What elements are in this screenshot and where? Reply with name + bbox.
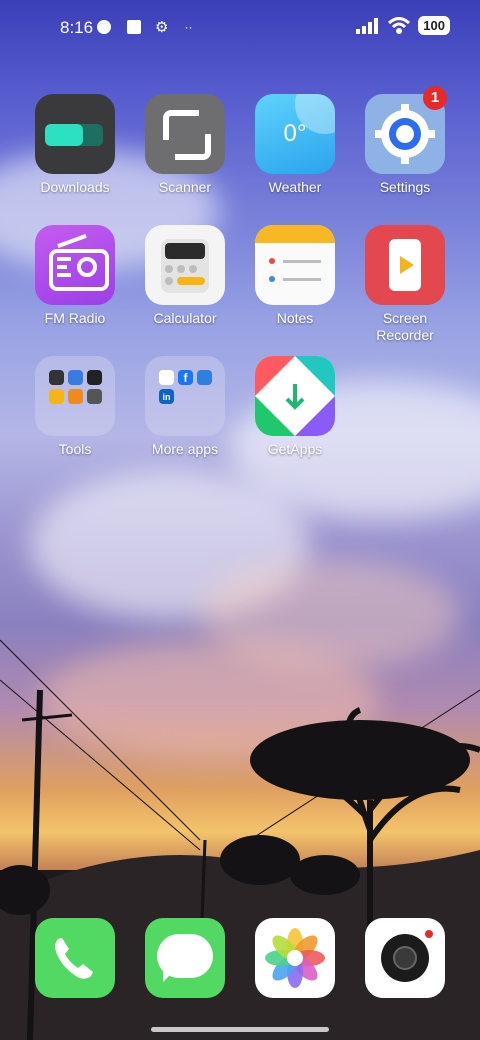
app-label: Settings (379, 179, 431, 195)
battery-indicator: 100 (418, 16, 450, 35)
wifi-icon (388, 16, 411, 34)
dock-camera[interactable] (355, 918, 455, 998)
folder-icon: f in (145, 356, 225, 436)
notes-icon (255, 225, 335, 305)
app-screen-recorder[interactable]: Screen Recorder (355, 225, 455, 344)
dock-phone[interactable] (25, 918, 125, 998)
radio-icon (35, 225, 115, 305)
downloads-icon (35, 94, 115, 174)
mini-app-icon (49, 389, 64, 404)
weather-temp: 0° (283, 120, 307, 147)
app-weather[interactable]: 0° Weather (245, 94, 345, 196)
camera-icon (365, 918, 445, 998)
notification-icon (127, 20, 141, 34)
app-scanner[interactable]: Scanner (135, 94, 235, 196)
mini-app-icon (197, 370, 212, 385)
gear-icon: ⚙ (155, 19, 169, 36)
app-label: Tools (58, 441, 92, 457)
scanner-icon (145, 94, 225, 174)
dock-messages[interactable] (135, 918, 235, 998)
mini-app-icon (87, 389, 102, 404)
getapps-icon (255, 356, 335, 436)
app-label: Calculator (153, 310, 217, 326)
app-label: Notes (276, 310, 314, 326)
messages-icon (145, 918, 225, 998)
folder-tools[interactable]: Tools (25, 356, 125, 458)
status-bar: 8:16 ⚙ ·· 100 (0, 0, 480, 56)
app-getapps[interactable]: GetApps (245, 356, 345, 458)
app-label: Weather (268, 179, 322, 195)
app-fm-radio[interactable]: FM Radio (25, 225, 125, 327)
mini-app-icon (49, 370, 64, 385)
app-label: FM Radio (44, 310, 106, 326)
mini-app-icon (68, 370, 83, 385)
mini-app-icon (159, 370, 174, 385)
mini-app-icon (68, 389, 83, 404)
home-indicator[interactable] (151, 1027, 329, 1032)
mini-app-icon (87, 370, 102, 385)
more-dots-icon: ·· (184, 20, 193, 34)
settings-icon: 1 (365, 86, 447, 174)
app-settings[interactable]: 1 Settings (355, 86, 455, 196)
weather-icon: 0° (255, 94, 335, 174)
app-notes[interactable]: Notes (245, 225, 345, 327)
app-label: GetApps (267, 441, 323, 457)
app-label: More apps (151, 441, 219, 457)
calculator-icon (145, 225, 225, 305)
notification-badge: 1 (423, 86, 447, 110)
app-label: Downloads (40, 179, 110, 195)
app-label: Screen Recorder (376, 310, 434, 343)
facebook-mini-icon: f (178, 370, 193, 385)
phone-icon (35, 918, 115, 998)
app-downloads[interactable]: Downloads (25, 94, 125, 196)
folder-more-apps[interactable]: f in More apps (135, 356, 235, 458)
screen-recorder-icon (365, 225, 445, 305)
signal-icon (356, 17, 379, 34)
photos-icon (255, 918, 335, 998)
app-label: Scanner (158, 179, 212, 195)
folder-icon (35, 356, 115, 436)
app-calculator[interactable]: Calculator (135, 225, 235, 327)
clock: 8:16 (60, 18, 94, 37)
home-screen: 8:16 ⚙ ·· 100 Downloads Scanner 0° Weath… (0, 0, 480, 1040)
data-saver-icon (97, 20, 111, 34)
linkedin-mini-icon: in (159, 389, 174, 404)
dock-photos[interactable] (245, 918, 345, 998)
